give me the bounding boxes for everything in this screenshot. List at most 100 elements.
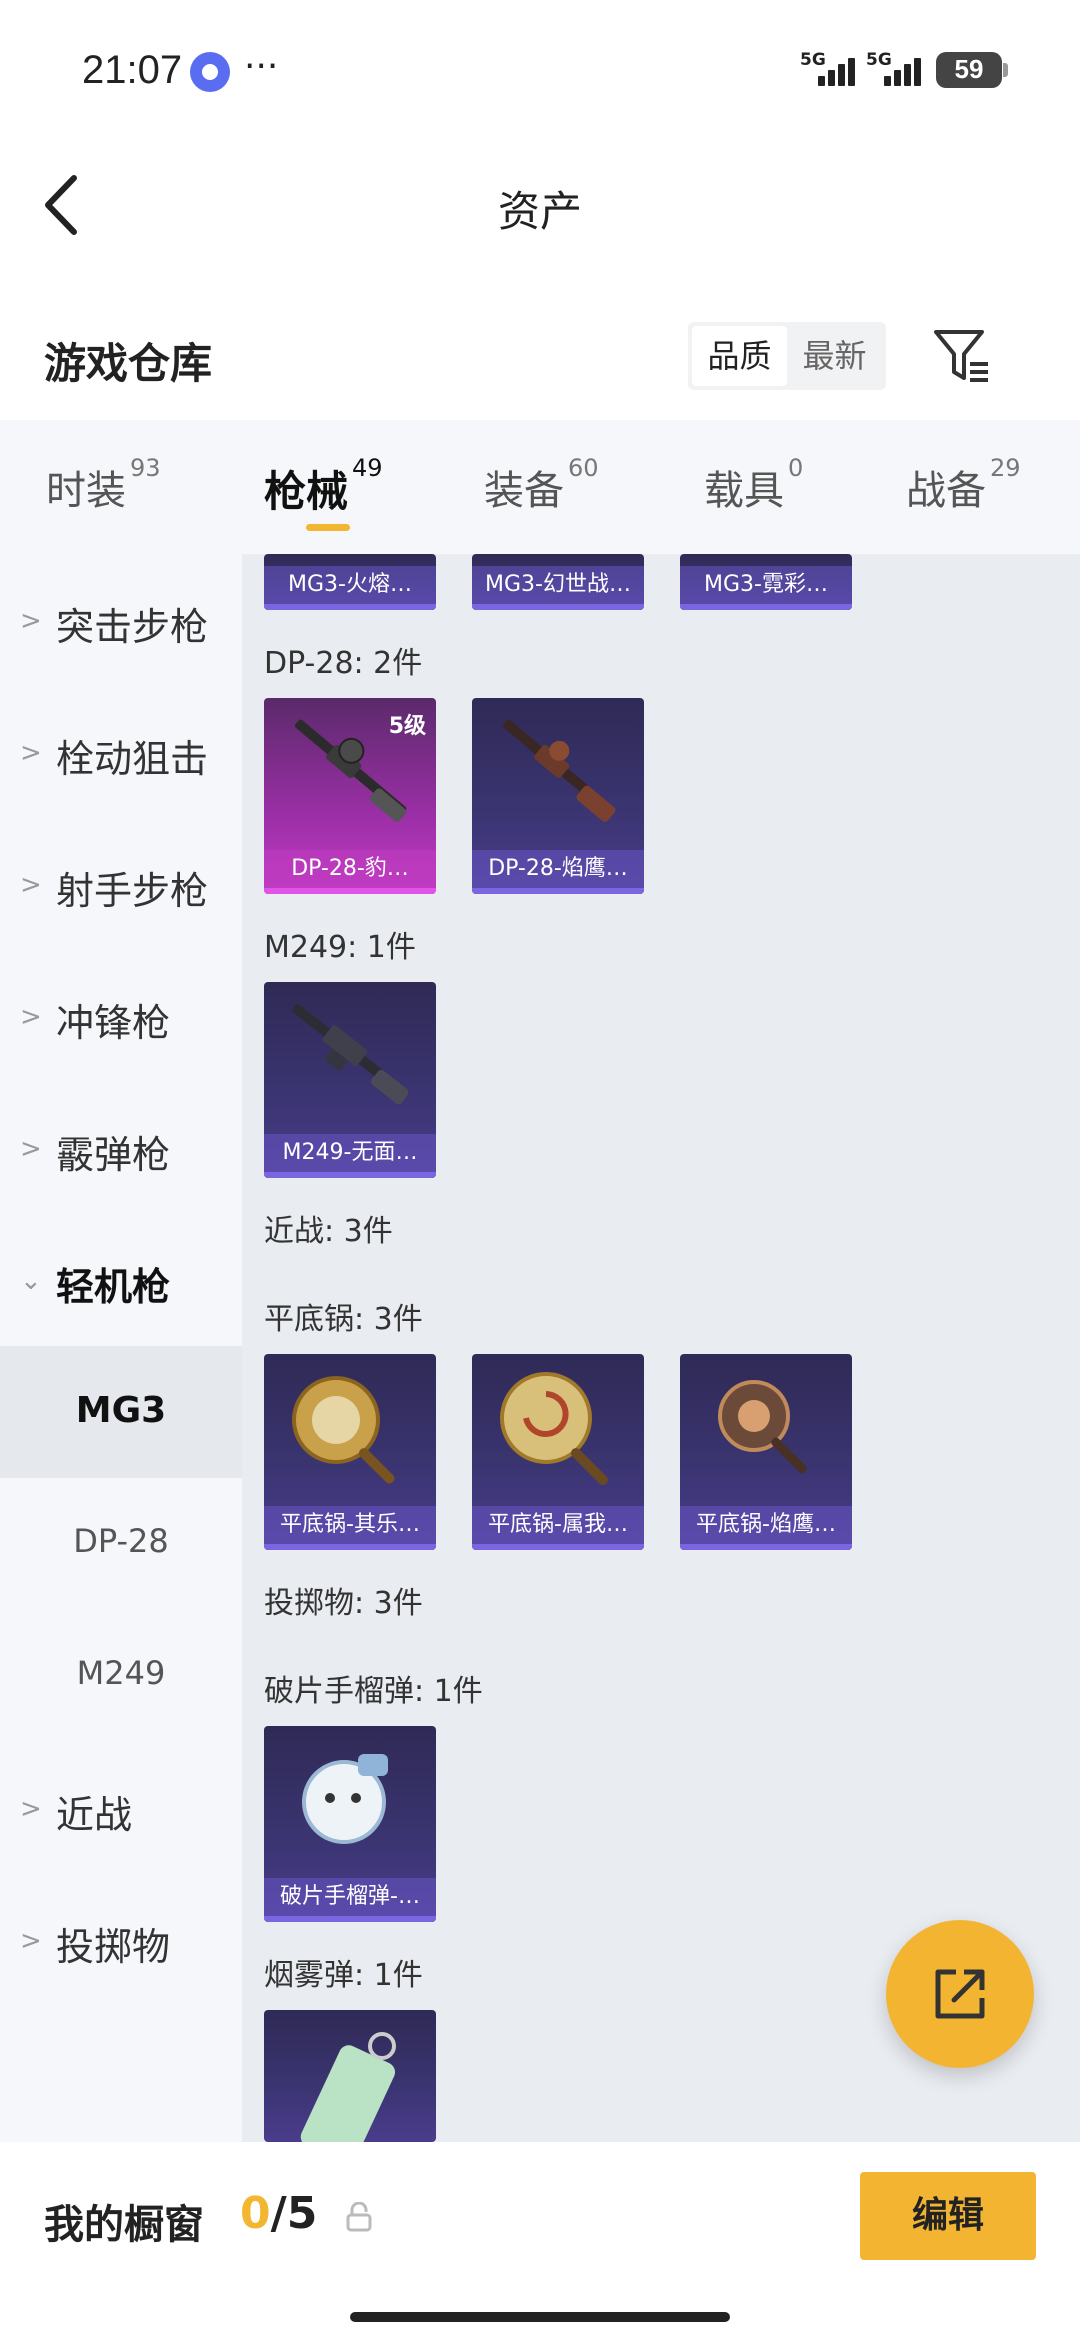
chevron-right-icon: > <box>20 738 42 768</box>
item-name: DP-28-焰鹰… <box>488 856 628 881</box>
tab-label: 时装 <box>46 468 126 514</box>
tab-supplies[interactable]: 战备 29 <box>906 454 1021 518</box>
sidebar-sub-label: DP-28 <box>73 1522 169 1560</box>
sidebar-item-bolt-sniper[interactable]: > 栓动狙击 <box>0 686 242 818</box>
battery-level: 59 <box>954 54 984 84</box>
chevron-right-icon: > <box>20 1134 42 1164</box>
item-card[interactable]: 平底锅-焰鹰… <box>680 1354 852 1550</box>
sidebar-item-marksman-rifle[interactable]: > 射手步枪 <box>0 818 242 950</box>
share-icon <box>935 1969 985 2019</box>
sidebar-item-throwables[interactable]: > 投掷物 <box>0 1874 242 2006</box>
item-card[interactable]: 平底锅-属我… <box>472 1354 644 1550</box>
item-card[interactable]: MG3-幻世战… <box>472 554 644 610</box>
pan-icon <box>718 1380 807 1474</box>
status-time: 21:07 <box>82 48 183 92</box>
network-type-label: 5G <box>866 50 892 70</box>
sidebar-sub-label: MG3 <box>75 1390 167 1431</box>
tab-vehicles[interactable]: 载具 0 <box>704 454 803 518</box>
showcase-current: 0 <box>240 2188 271 2239</box>
item-card[interactable]: 平底锅-其乐… <box>264 1354 436 1550</box>
sidebar-item-label: 栓动狙击 <box>56 737 209 781</box>
sidebar-item-melee[interactable]: > 近战 <box>0 1742 242 1874</box>
sidebar-sub-label: M249 <box>76 1654 166 1692</box>
sidebar-item-assault-rifle[interactable]: > 突击步枪 <box>0 554 242 686</box>
sidebar-sub-m249[interactable]: M249 <box>0 1610 242 1742</box>
section-label: 投掷物: 3件 <box>264 1586 423 1621</box>
sidebar-item-shotgun[interactable]: > 霰弹枪 <box>0 1082 242 1214</box>
tab-firearms[interactable]: 枪械 49 <box>264 454 383 518</box>
item-name: 平底锅-其乐… <box>280 1512 420 1537</box>
chevron-right-icon: > <box>20 1794 42 1824</box>
share-button[interactable] <box>886 1920 1034 2068</box>
category-sidebar: > 突击步枪 > 栓动狙击 > 射手步枪 > 冲锋枪 > 霰弹枪 ⌄ 轻机枪 M… <box>0 554 242 2142</box>
item-card[interactable]: MG3-霓彩… <box>680 554 852 610</box>
edit-button[interactable]: 编辑 <box>860 2172 1036 2260</box>
sidebar-item-smg[interactable]: > 冲锋枪 <box>0 950 242 1082</box>
network-type-label: 5G <box>800 50 826 70</box>
pan-icon <box>292 1376 395 1484</box>
showcase-title: 我的橱窗 <box>44 2202 204 2248</box>
sidebar-item-label: 突击步枪 <box>56 605 209 649</box>
active-tab-indicator <box>306 524 350 531</box>
home-indicator <box>350 2312 730 2322</box>
item-card[interactable]: 破片手榴弹-… <box>264 1726 436 1922</box>
tab-count: 49 <box>352 454 383 482</box>
tab-equipment[interactable]: 装备 60 <box>484 454 599 518</box>
sidebar-item-label: 霰弹枪 <box>56 1133 171 1177</box>
more-notifications-icon: ··· <box>244 46 279 87</box>
item-tier-badge: 5级 <box>388 714 426 739</box>
tab-label: 战备 <box>906 468 986 514</box>
warehouse-title: 游戏仓库 <box>44 339 213 388</box>
signal-icon: 5G <box>866 50 930 90</box>
tab-label: 枪械 <box>264 467 349 516</box>
tab-count: 0 <box>788 454 804 482</box>
sidebar-sub-mg3[interactable]: MG3 <box>0 1346 242 1478</box>
lock-icon <box>346 2202 372 2232</box>
showcase-bar: 我的橱窗 0/5 编辑 <box>0 2142 1080 2339</box>
item-card[interactable]: MG3-火熔… <box>264 554 436 610</box>
battery-icon: 59 <box>936 52 1008 88</box>
pan-icon <box>500 1372 608 1485</box>
section-label: 平底锅: 3件 <box>264 1302 423 1337</box>
item-name: DP-28-豹… <box>291 856 409 881</box>
tab-fashion[interactable]: 时装 93 <box>46 454 161 518</box>
item-card[interactable]: DP-28-焰鹰… <box>472 698 644 894</box>
item-card[interactable]: 5级 DP-28-豹… <box>264 698 436 894</box>
item-name: MG3-幻世战… <box>485 572 631 597</box>
item-name: 平底锅-属我… <box>488 1512 628 1537</box>
tab-label: 装备 <box>484 468 564 514</box>
signal-icon: 5G <box>800 50 864 90</box>
sidebar-sub-dp28[interactable]: DP-28 <box>0 1478 242 1610</box>
chevron-right-icon: > <box>20 1002 42 1032</box>
chevron-right-icon: > <box>20 870 42 900</box>
tab-count: 60 <box>568 454 599 482</box>
filter-icon <box>934 330 988 382</box>
app-badge-icon <box>190 52 230 92</box>
section-label: M249: 1件 <box>264 930 416 965</box>
section-label: 烟雾弹: 1件 <box>264 1958 423 1993</box>
item-name: MG3-火熔… <box>288 572 412 597</box>
smoke-grenade-icon <box>300 2032 396 2142</box>
item-card[interactable]: M249-无面… <box>264 982 436 1178</box>
category-tabs: 时装 93 枪械 49 装备 60 载具 0 战备 29 <box>0 420 1080 554</box>
filter-button[interactable] <box>932 324 992 388</box>
item-grid: MG3-火熔… MG3-幻世战… MG3-霓彩… DP-28: 2件 5级 DP… <box>242 554 1080 2142</box>
sort-latest-button[interactable]: 最新 <box>787 326 882 386</box>
sidebar-item-label: 近战 <box>56 1793 133 1837</box>
gun-icon <box>503 719 616 822</box>
sort-quality-button[interactable]: 品质 <box>692 326 787 386</box>
item-name: 平底锅-焰鹰… <box>696 1512 836 1537</box>
section-label: 近战: 3件 <box>264 1214 393 1249</box>
chevron-down-icon: ⌄ <box>20 1266 42 1296</box>
gun-icon <box>292 1004 410 1105</box>
item-name: M249-无面… <box>282 1140 418 1165</box>
chevron-right-icon: > <box>20 1926 42 1956</box>
sidebar-item-lmg[interactable]: ⌄ 轻机枪 <box>0 1214 242 1346</box>
status-bar: 21:07 ··· 5G 5G 59 <box>0 0 1080 140</box>
sidebar-item-label: 轻机枪 <box>56 1265 171 1309</box>
tab-count: 29 <box>990 454 1021 482</box>
item-card[interactable] <box>264 2010 436 2142</box>
sort-toggle: 品质 最新 <box>688 322 886 390</box>
showcase-total: /5 <box>270 2188 318 2239</box>
chevron-right-icon: > <box>20 606 42 636</box>
